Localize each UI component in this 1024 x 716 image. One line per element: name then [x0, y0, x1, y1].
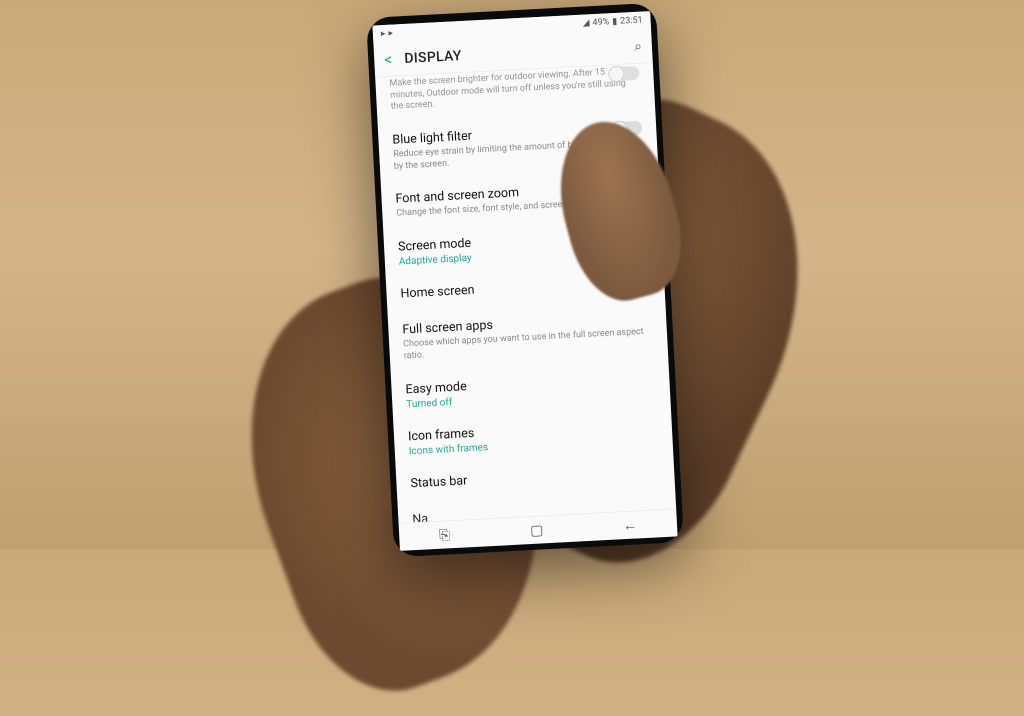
- clock-text: 23:51: [620, 15, 643, 26]
- search-icon[interactable]: ⌕: [634, 38, 643, 54]
- recents-button[interactable]: ⎘: [439, 527, 451, 544]
- notification-icon: ▸: [388, 29, 393, 39]
- battery-text: 49%: [592, 17, 609, 28]
- toggle-switch[interactable]: [609, 66, 640, 82]
- back-icon[interactable]: <: [384, 50, 393, 69]
- battery-icon: ▮: [612, 17, 617, 27]
- page-title: DISPLAY: [404, 39, 623, 66]
- item-title: Status bar: [410, 463, 660, 491]
- notification-icon: ▸: [381, 29, 386, 39]
- home-button[interactable]: ▢: [530, 522, 544, 539]
- back-button[interactable]: ←: [623, 516, 638, 534]
- signal-icon: ◢: [582, 18, 589, 28]
